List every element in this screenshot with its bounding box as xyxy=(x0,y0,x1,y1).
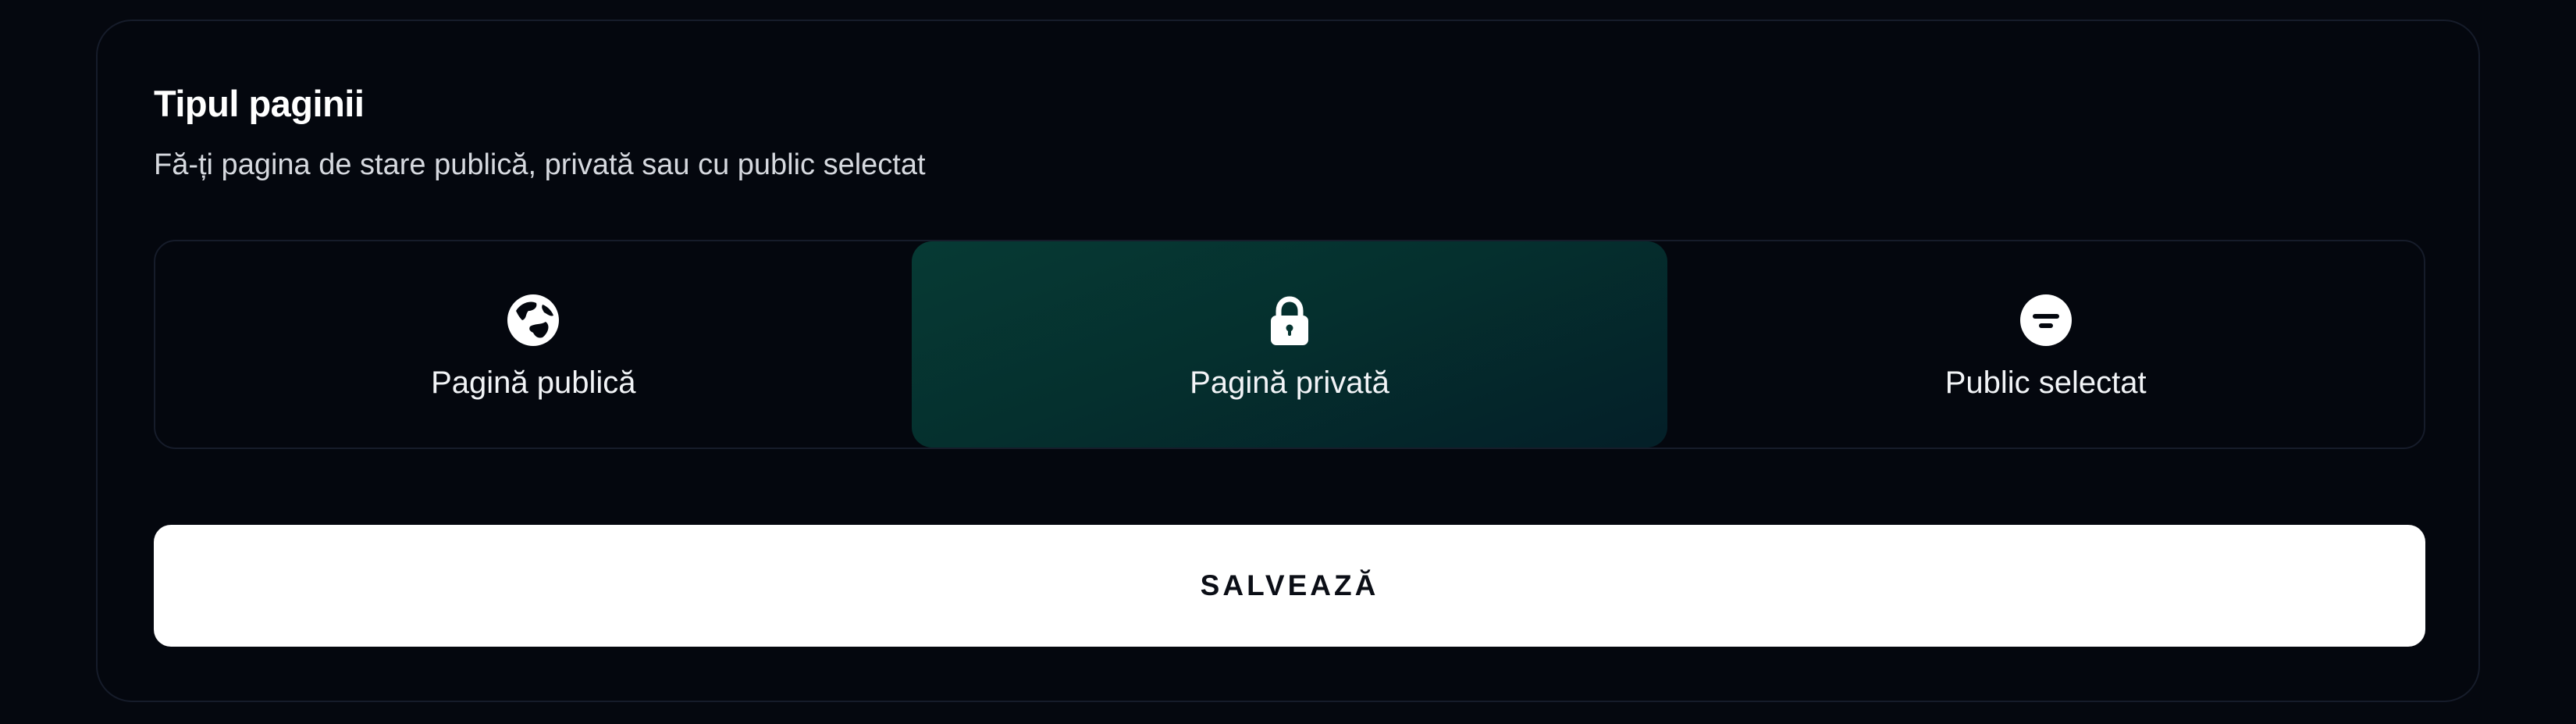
option-private-page[interactable]: Pagină privată xyxy=(911,241,1668,448)
option-label: Public selectat xyxy=(1944,366,2147,400)
option-public-page[interactable]: Pagină publică xyxy=(155,241,912,448)
option-label: Pagină privată xyxy=(1190,366,1389,400)
option-selected-public[interactable]: Public selectat xyxy=(1667,241,2424,448)
section-title: Tipul paginii xyxy=(154,83,365,124)
lock-icon xyxy=(1263,294,1316,347)
option-label: Pagină publică xyxy=(431,366,636,400)
section-subtitle: Fă-ți pagina de stare publică, privată s… xyxy=(154,148,926,181)
page-type-selector: Pagină publică Pagină privată Public sel… xyxy=(154,240,2425,449)
filter-icon xyxy=(2019,294,2073,347)
save-button[interactable]: SALVEAZĂ xyxy=(154,525,2425,647)
page-type-card: Tipul paginii Fă-ți pagina de stare publ… xyxy=(96,20,2480,702)
globe-icon xyxy=(507,294,560,347)
